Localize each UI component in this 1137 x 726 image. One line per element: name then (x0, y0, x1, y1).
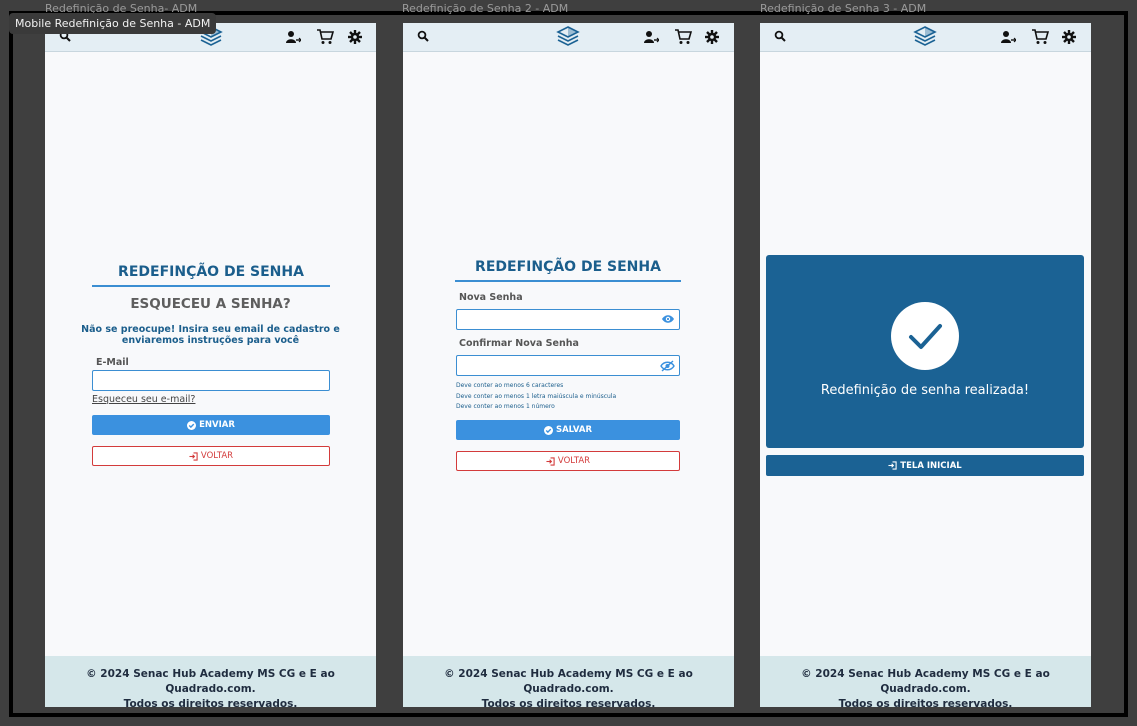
footer-rights: Todos os direitos reservados. (838, 698, 1013, 707)
login-arrow-icon (546, 456, 555, 466)
page-footer: © 2024 Senac Hub Academy MS CG e E ao Qu… (45, 656, 376, 707)
search-icon[interactable] (417, 30, 429, 42)
new-password-field[interactable] (456, 309, 680, 330)
save-button[interactable]: SALVAR (456, 420, 680, 440)
send-button[interactable]: ENVIAR (92, 415, 330, 435)
phone-screen-1: REDEFINÇÃO DE SENHA ESQUECEU A SENHA? Nã… (45, 23, 376, 707)
gear-icon[interactable] (705, 30, 719, 44)
email-field[interactable] (92, 370, 330, 391)
frame-label-3: Redefinição de Senha 3 - ADM (760, 2, 927, 15)
success-check-badge (891, 302, 959, 370)
password-requirements: Deve conter ao menos 6 caracteres Deve c… (456, 381, 616, 413)
top-navbar (760, 23, 1091, 52)
check-circle-icon (543, 425, 553, 435)
check-circle-icon (187, 420, 197, 430)
requirement-number: Deve conter ao menos 1 número (456, 403, 555, 410)
frame-label-2: Redefinição de Senha 2 - ADM (402, 2, 569, 15)
footer-rights: Todos os direitos reservados. (123, 698, 298, 707)
eye-icon[interactable] (661, 314, 675, 324)
gear-icon[interactable] (1062, 30, 1076, 44)
footer-copyright: © 2024 Senac Hub Academy MS CG e E ao Qu… (801, 668, 1050, 695)
phone-screen-2: REDEFINÇÃO DE SENHA Nova Senha Confirmar… (403, 23, 734, 707)
back-button[interactable]: VOLTAR (92, 446, 330, 466)
gear-icon[interactable] (348, 30, 362, 44)
success-card: Redefinição de senha realizada! (766, 255, 1084, 448)
requirement-case: Deve conter ao menos 1 letra maiúscula e… (456, 392, 617, 400)
success-message: Redefinição de senha realizada! (820, 383, 1030, 398)
confirm-password-field[interactable] (456, 355, 680, 376)
forgot-password-heading: ESQUECEU A SENHA? (130, 296, 291, 312)
logo-icon[interactable] (556, 25, 580, 49)
cart-icon[interactable] (1031, 28, 1049, 45)
user-add-icon[interactable] (286, 30, 301, 44)
home-screen-button[interactable]: TELA INICIAL (766, 455, 1084, 476)
phone-screen-3: Redefinição de senha realizada! TELA INI… (760, 23, 1091, 707)
form-title: REDEFINÇÃO DE SENHA (92, 264, 330, 287)
requirement-min-length: Deve conter ao menos 6 caracteres (456, 382, 564, 389)
back-button[interactable]: VOLTAR (456, 451, 680, 471)
instructions-text: Não se preocupe! Insira seu email de cad… (65, 324, 356, 346)
back-button-label: VOLTAR (557, 456, 591, 466)
new-password-label: Nova Senha (459, 292, 523, 303)
instructions-line-2: enviaremos instruções para você (121, 335, 300, 346)
email-label: E-Mail (96, 357, 129, 368)
page-footer: © 2024 Senac Hub Academy MS CG e E ao Qu… (760, 656, 1091, 707)
login-arrow-icon (189, 451, 198, 461)
home-screen-button-label: TELA INICIAL (900, 460, 962, 471)
user-add-icon[interactable] (1001, 30, 1016, 44)
footer-rights: Todos os direitos reservados. (481, 698, 656, 707)
cart-icon[interactable] (674, 28, 692, 45)
user-add-icon[interactable] (644, 30, 659, 44)
logo-icon[interactable] (913, 25, 937, 49)
footer-copyright: © 2024 Senac Hub Academy MS CG e E ao Qu… (86, 668, 335, 695)
save-button-label: SALVAR (555, 425, 593, 435)
eye-slash-icon[interactable] (660, 360, 675, 372)
login-arrow-icon (888, 461, 897, 470)
page-footer: © 2024 Senac Hub Academy MS CG e E ao Qu… (403, 656, 734, 707)
cart-icon[interactable] (316, 28, 334, 45)
back-button-label: VOLTAR (200, 451, 234, 461)
top-navbar (403, 23, 734, 52)
forgot-email-link[interactable]: Esqueceu seu e-mail? (92, 394, 195, 405)
form-title: REDEFINÇÃO DE SENHA (455, 259, 681, 282)
search-icon[interactable] (774, 30, 786, 42)
send-button-label: ENVIAR (199, 420, 235, 430)
confirm-password-label: Confirmar Nova Senha (459, 338, 579, 349)
frame-tooltip: Mobile Redefinição de Senha - ADM (9, 13, 217, 34)
footer-copyright: © 2024 Senac Hub Academy MS CG e E ao Qu… (444, 668, 693, 695)
checkmark-icon (909, 324, 942, 349)
instructions-line-1: Não se preocupe! Insira seu email de cad… (81, 324, 340, 335)
